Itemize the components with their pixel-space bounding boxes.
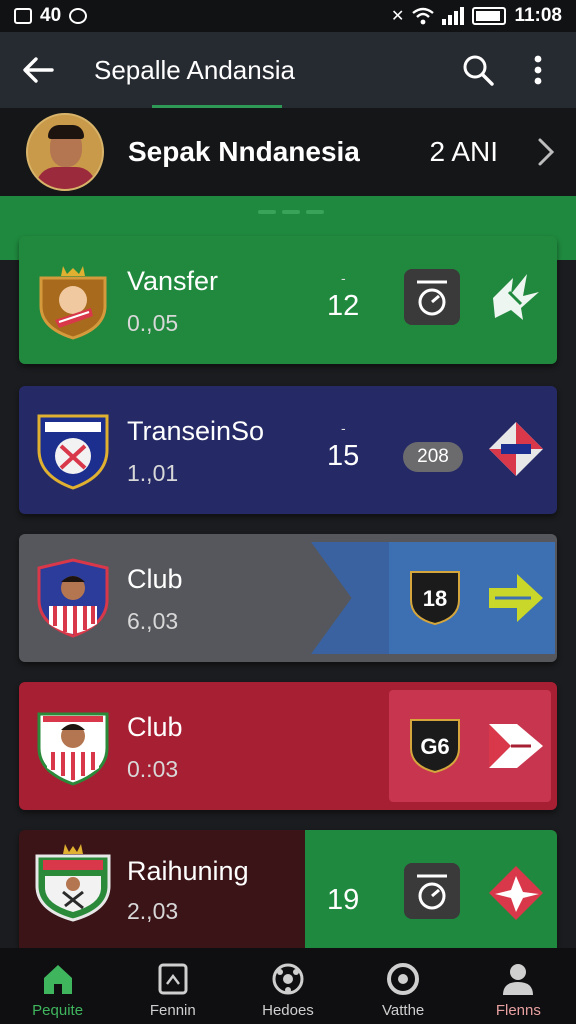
profile-name: Sepak Nndanesia bbox=[128, 136, 360, 167]
search-icon bbox=[463, 55, 494, 86]
club-card[interactable]: Vansfer 0.,05 - 12 bbox=[19, 236, 557, 364]
wifi-icon bbox=[412, 7, 435, 25]
bottom-nav: Pequite Fennin Hedoes Vatthe Flenns bbox=[0, 948, 576, 1024]
club-card[interactable]: Club 0.:03 G6 bbox=[19, 682, 557, 810]
drag-handle[interactable] bbox=[258, 210, 324, 214]
player-crest-icon bbox=[37, 558, 109, 638]
nav-item-fennin[interactable]: Fennin bbox=[123, 962, 223, 1019]
shield-badge-label: 18 bbox=[422, 586, 448, 611]
stopwatch-icon[interactable] bbox=[403, 862, 461, 920]
nav-label: Pequite bbox=[32, 1002, 84, 1019]
more-options-button[interactable] bbox=[518, 50, 558, 90]
star-emblem-icon[interactable] bbox=[487, 864, 545, 922]
stopwatch-icon[interactable] bbox=[403, 268, 461, 326]
person-icon bbox=[503, 964, 534, 995]
page-title: Sepalle Andansia bbox=[94, 54, 295, 85]
club-crest-icon bbox=[39, 266, 107, 340]
separator-dot: - bbox=[341, 420, 346, 436]
club-name: Club bbox=[127, 564, 183, 594]
home-icon bbox=[43, 965, 72, 994]
club-crest-icon bbox=[35, 844, 111, 922]
club-name: Vansfer bbox=[127, 266, 219, 296]
profile-count: 2 ANI bbox=[429, 136, 498, 167]
arrow-left-icon bbox=[23, 57, 54, 83]
app-notification-icon bbox=[69, 8, 88, 24]
more-vertical-icon bbox=[534, 55, 542, 85]
nav-label: Flenns bbox=[495, 1002, 541, 1019]
shield-badge[interactable]: 18 bbox=[407, 568, 463, 626]
arrow-right-icon[interactable] bbox=[487, 568, 545, 626]
club-value: 2.,03 bbox=[127, 898, 179, 924]
club-value: 6.,03 bbox=[127, 608, 179, 634]
target-icon bbox=[387, 963, 420, 995]
nav-item-hedoes[interactable]: Hedoes bbox=[238, 962, 338, 1019]
signal-icon bbox=[442, 7, 465, 25]
battery-icon bbox=[472, 7, 507, 25]
nav-item-flenns[interactable]: Flenns bbox=[468, 962, 568, 1019]
nav-label: Vatthe bbox=[382, 1002, 425, 1019]
back-button[interactable] bbox=[18, 50, 58, 90]
club-value: 0.:03 bbox=[127, 756, 179, 782]
chevron-right-icon[interactable] bbox=[536, 137, 556, 167]
player-crest-icon bbox=[37, 712, 109, 786]
score-pill[interactable]: 208 bbox=[403, 442, 463, 472]
flag-arrow-icon[interactable] bbox=[487, 716, 545, 774]
nav-item-home[interactable]: Pequite bbox=[8, 962, 108, 1019]
club-card[interactable]: Raihuning 2.,03 19 bbox=[19, 830, 557, 948]
shield-badge-label: G6 bbox=[420, 734, 450, 759]
separator-dot: - bbox=[341, 270, 346, 286]
club-value: 0.,05 bbox=[127, 310, 179, 336]
status-time: 11:08 bbox=[514, 5, 562, 26]
ball-icon bbox=[272, 963, 304, 995]
diamond-flag-icon[interactable] bbox=[487, 420, 545, 478]
status-left-text: 40 bbox=[40, 5, 62, 26]
club-number: 19 bbox=[327, 884, 360, 916]
arrows-emblem-icon[interactable] bbox=[487, 268, 545, 326]
club-name: Raihuning bbox=[127, 856, 249, 886]
avatar bbox=[26, 113, 104, 191]
square-icon bbox=[158, 963, 188, 995]
club-crest-icon bbox=[37, 414, 109, 490]
mute-icon: ✕ bbox=[391, 8, 405, 25]
club-number: 15 bbox=[327, 440, 360, 472]
club-name: TranseinSo bbox=[127, 416, 265, 446]
club-number: 12 bbox=[327, 290, 360, 322]
profile-row[interactable]: Sepak Nndanesia 2 ANI bbox=[0, 108, 576, 196]
search-button[interactable] bbox=[458, 50, 498, 90]
screenshot-icon bbox=[14, 8, 32, 24]
club-card[interactable]: Club 6.,03 18 bbox=[19, 534, 557, 662]
status-bar: 40 ✕ 11:08 bbox=[0, 0, 576, 32]
nav-label: Hedoes bbox=[262, 1002, 314, 1019]
app-bar: Sepalle Andansia bbox=[0, 32, 576, 108]
nav-label: Fennin bbox=[149, 1002, 196, 1019]
club-value: 1.,01 bbox=[127, 460, 179, 486]
club-name: Club bbox=[127, 712, 183, 742]
shield-badge[interactable]: G6 bbox=[407, 716, 463, 774]
score-pill-label: 208 bbox=[417, 446, 449, 467]
club-card[interactable]: TranseinSo 1.,01 - 15 208 bbox=[19, 386, 557, 514]
nav-item-vatthe[interactable]: Vatthe bbox=[353, 962, 453, 1019]
